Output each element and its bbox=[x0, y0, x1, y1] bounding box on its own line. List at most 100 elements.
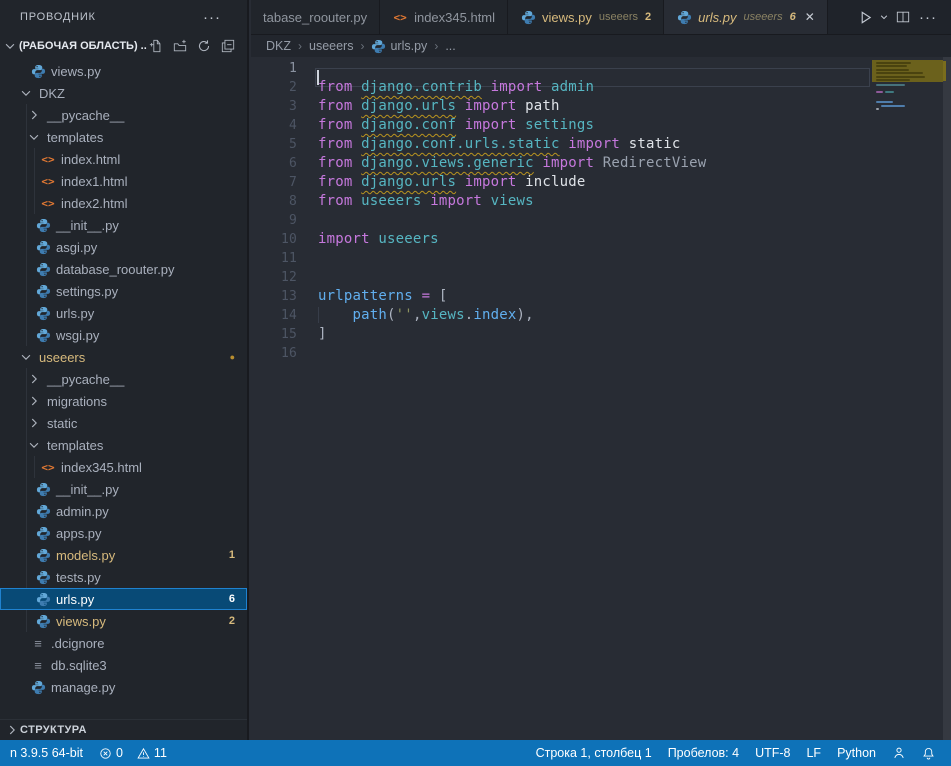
code-line[interactable]: 6from django.views.generic import Redire… bbox=[251, 154, 951, 173]
code-line[interactable]: 13urlpatterns = [ bbox=[251, 287, 951, 306]
breadcrumb: DKZ›useeers›urls.py›... bbox=[251, 35, 951, 57]
breadcrumb-item-DKZ[interactable]: DKZ bbox=[266, 39, 291, 53]
run-python-file-button[interactable] bbox=[855, 5, 875, 29]
status-notifications[interactable] bbox=[914, 740, 943, 766]
tree-item-apps.py[interactable]: apps.py bbox=[0, 522, 247, 544]
tree-item-index2.html[interactable]: <> index2.html bbox=[0, 192, 247, 214]
tree-item-db.sqlite3[interactable]: ≡db.sqlite3 bbox=[0, 654, 247, 676]
tab-urls.py[interactable]: urls.py useeers 6 ✕ bbox=[664, 0, 828, 34]
refresh-explorer-button[interactable] bbox=[195, 37, 212, 54]
html-icon: <> bbox=[392, 9, 408, 25]
outline-section-header[interactable]: СТРУКТУРА bbox=[0, 719, 247, 740]
code-line[interactable]: 1 bbox=[251, 59, 951, 78]
status-eol[interactable]: LF bbox=[798, 740, 829, 766]
workspace-section-header[interactable]: (РАБОЧАЯ ОБЛАСТЬ) ... bbox=[0, 34, 247, 57]
editor-scrollbar[interactable] bbox=[943, 57, 951, 740]
tree-item-wsgi.py[interactable]: wsgi.py bbox=[0, 324, 247, 346]
workspace-label: (РАБОЧАЯ ОБЛАСТЬ) ... bbox=[19, 40, 147, 52]
html-file-icon: <> bbox=[40, 195, 56, 211]
new-folder-button[interactable] bbox=[171, 37, 188, 54]
chevron-right-icon bbox=[26, 371, 42, 387]
tree-item-label: index2.html bbox=[61, 196, 127, 211]
status-label: Строка 1, столбец 1 bbox=[536, 746, 652, 760]
code-line[interactable]: 7from django.urls import include bbox=[251, 173, 951, 192]
run-dropdown-button[interactable] bbox=[877, 5, 891, 29]
status-problems[interactable]: 011 bbox=[91, 740, 175, 766]
python-file-icon bbox=[35, 283, 51, 299]
breadcrumb-item-useeers[interactable]: useeers bbox=[309, 39, 353, 53]
line-number: 1 bbox=[251, 59, 297, 78]
code-editor[interactable]: 12 from django.contrib import admin3from … bbox=[251, 57, 951, 740]
code-line[interactable]: 4from django.conf import settings bbox=[251, 116, 951, 135]
tree-item-database_roouter.py[interactable]: database_roouter.py bbox=[0, 258, 247, 280]
status-language-mode[interactable]: Python bbox=[829, 740, 884, 766]
code-line[interactable]: 16 bbox=[251, 344, 951, 363]
tree-item-__pycache__[interactable]: __pycache__ bbox=[0, 104, 247, 126]
python-file-icon bbox=[35, 217, 51, 233]
code-line[interactable]: 8from useeers import views bbox=[251, 192, 951, 211]
tree-item-__pycache__[interactable]: __pycache__ bbox=[0, 368, 247, 390]
breadcrumb-item-...[interactable]: ... bbox=[445, 39, 455, 53]
tree-item-static[interactable]: static bbox=[0, 412, 247, 434]
code-line[interactable]: 5from django.conf.urls.static import sta… bbox=[251, 135, 951, 154]
tab-tabase_roouter.py[interactable]: tabase_roouter.py bbox=[251, 0, 380, 34]
tab-problems-badge: 6 bbox=[790, 11, 796, 23]
tree-item-migrations[interactable]: migrations bbox=[0, 390, 247, 412]
tree-item-tests.py[interactable]: tests.py bbox=[0, 566, 247, 588]
tree-item-label: __pycache__ bbox=[47, 372, 124, 387]
status-indentation[interactable]: Пробелов: 4 bbox=[660, 740, 747, 766]
code-line-text: from django.contrib import admin bbox=[318, 78, 594, 97]
tab-description: useeers bbox=[743, 11, 782, 23]
tree-item-admin.py[interactable]: admin.py bbox=[0, 500, 247, 522]
tree-item-views.py[interactable]: views.py2 bbox=[0, 610, 247, 632]
code-line[interactable]: 14 path('',views.index), bbox=[251, 306, 951, 325]
code-line[interactable]: 15] bbox=[251, 325, 951, 344]
tree-item-templates[interactable]: templates bbox=[0, 126, 247, 148]
code-line[interactable]: 10import useeers bbox=[251, 230, 951, 249]
code-line[interactable]: 3from django.urls import path bbox=[251, 97, 951, 116]
new-file-button[interactable] bbox=[147, 37, 164, 54]
minimap[interactable] bbox=[872, 57, 940, 187]
tree-item-.dcignore[interactable]: ≡.dcignore bbox=[0, 632, 247, 654]
tab-description: useeers bbox=[599, 11, 638, 23]
chevron-right-icon bbox=[26, 393, 42, 409]
tree-item-useeers[interactable]: useeers● bbox=[0, 346, 247, 368]
tree-item-index345.html[interactable]: <>index345.html bbox=[0, 456, 247, 478]
collapse-folders-button[interactable] bbox=[219, 37, 236, 54]
status-feedback[interactable] bbox=[884, 740, 914, 766]
code-line-text: ] bbox=[318, 325, 327, 344]
tree-item-views.py[interactable]: views.py bbox=[0, 60, 247, 82]
code-line[interactable]: 12 bbox=[251, 268, 951, 287]
python-file-icon bbox=[30, 63, 46, 79]
tree-item-models.py[interactable]: models.py1 bbox=[0, 544, 247, 566]
tab-index345.html[interactable]: <>index345.html bbox=[380, 0, 508, 34]
code-line[interactable]: 11 bbox=[251, 249, 951, 268]
tree-item-manage.py[interactable]: manage.py bbox=[0, 676, 247, 698]
tree-item-urls.py[interactable]: urls.py bbox=[0, 302, 247, 324]
tree-item-label: index.html bbox=[61, 152, 120, 167]
status-encoding[interactable]: UTF-8 bbox=[747, 740, 798, 766]
status-cursor-position[interactable]: Строка 1, столбец 1 bbox=[528, 740, 660, 766]
tree-item-templates[interactable]: templates bbox=[0, 434, 247, 456]
editor-more-actions-button[interactable]: ··· bbox=[915, 5, 941, 29]
breadcrumb-item-urls.py[interactable]: urls.py bbox=[371, 39, 427, 54]
tree-item-urls.py[interactable]: urls.py6 bbox=[0, 588, 247, 610]
tree-item-index1.html[interactable]: <>index1.html bbox=[0, 170, 247, 192]
tab-views.py[interactable]: views.pyuseeers2 bbox=[508, 0, 664, 34]
status-python-version[interactable]: n 3.9.5 64-bit bbox=[2, 740, 91, 766]
vscode-window: ПРОВОДНИК ··· (РАБОЧАЯ ОБЛАСТЬ) ... view… bbox=[0, 0, 951, 766]
tree-item-asgi.py[interactable]: asgi.py bbox=[0, 236, 247, 258]
tree-item-DKZ[interactable]: DKZ bbox=[0, 82, 247, 104]
new-folder-icon bbox=[173, 39, 187, 53]
tree-item-index.html[interactable]: <>index.html bbox=[0, 148, 247, 170]
close-icon[interactable]: ✕ bbox=[805, 11, 815, 23]
tree-item-__init__.py[interactable]: __init__.py bbox=[0, 214, 247, 236]
tree-item-settings.py[interactable]: settings.py bbox=[0, 280, 247, 302]
code-line[interactable]: 9 bbox=[251, 211, 951, 230]
tab-label: urls.py bbox=[698, 10, 736, 25]
bell-icon bbox=[922, 747, 935, 760]
explorer-more-actions-icon[interactable]: ··· bbox=[203, 9, 221, 26]
line-number: 2 bbox=[251, 78, 297, 97]
tree-item-__init__.py[interactable]: __init__.py bbox=[0, 478, 247, 500]
split-editor-button[interactable] bbox=[893, 5, 913, 29]
